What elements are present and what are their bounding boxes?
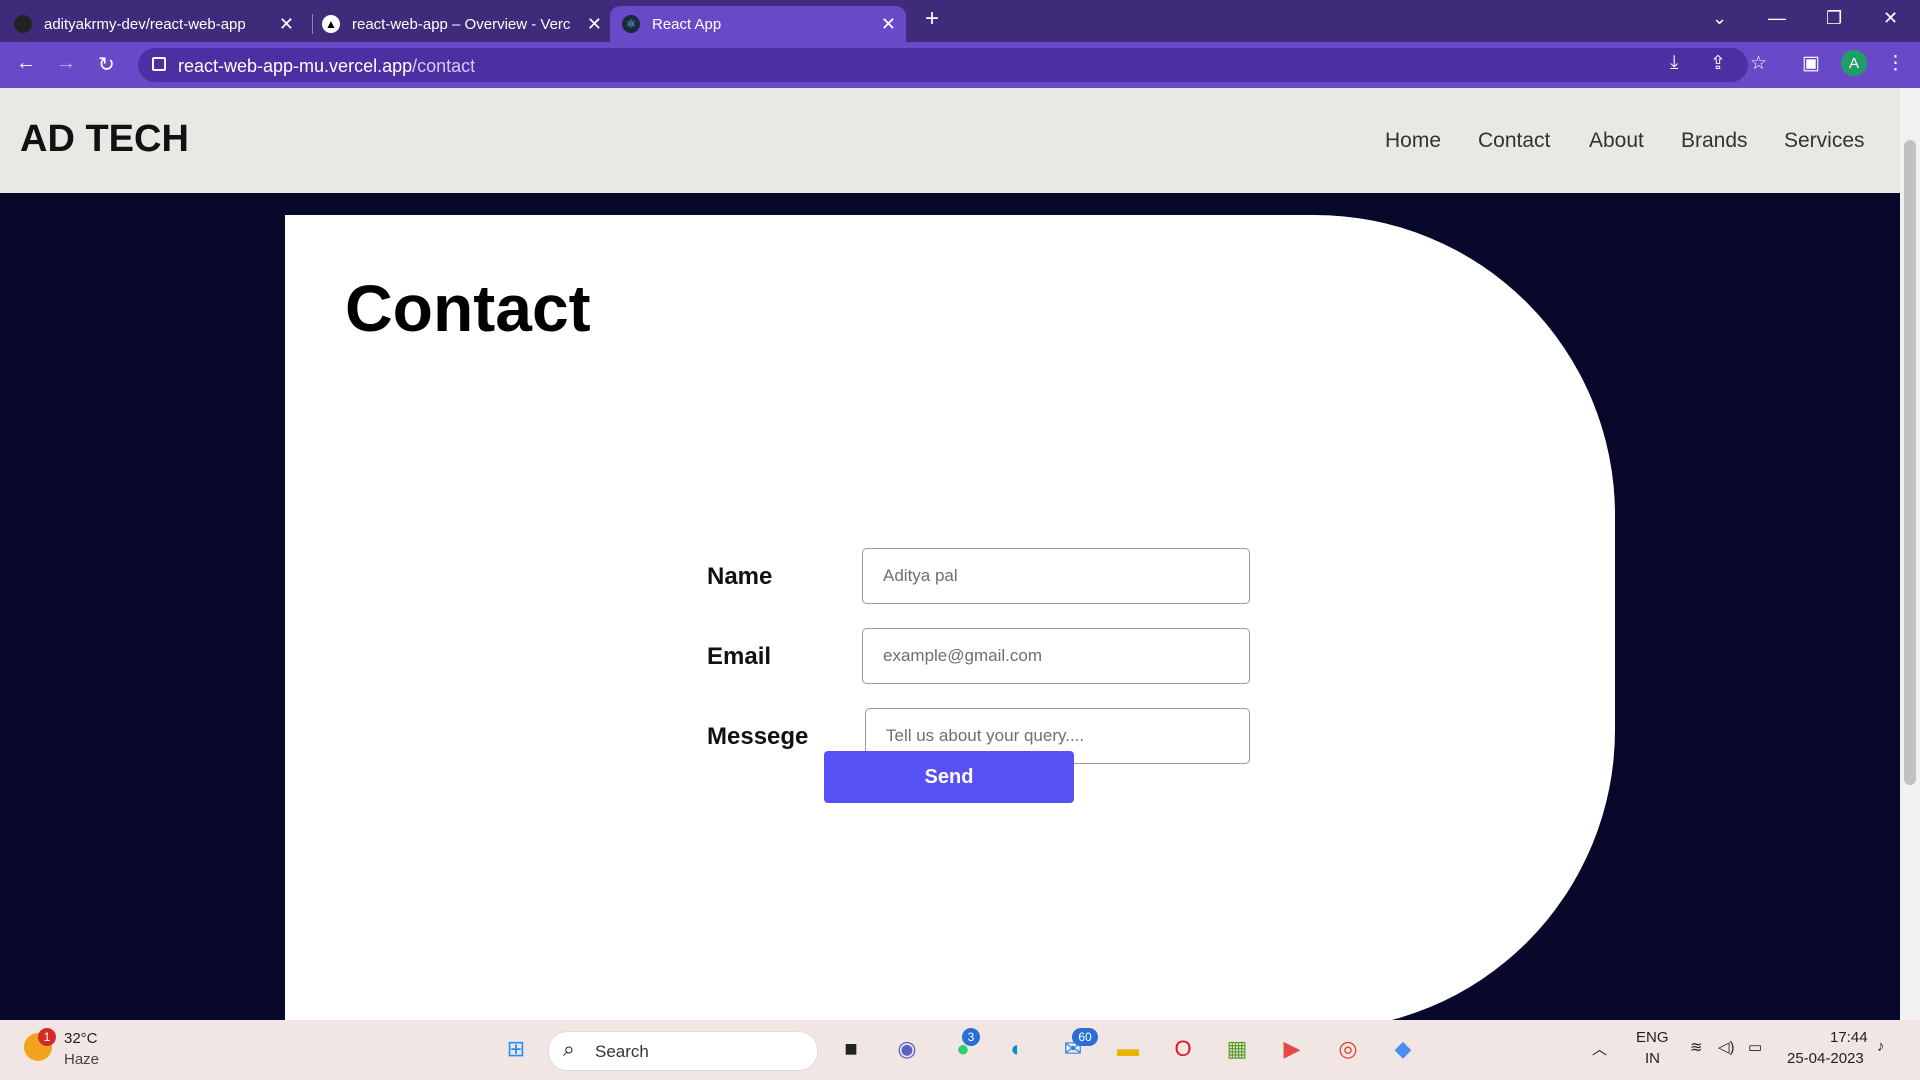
url-path: /contact — [412, 56, 476, 76]
weather-temperature[interactable]: 32°C — [64, 1030, 98, 1047]
profile-avatar[interactable]: A — [1841, 50, 1867, 76]
task-view-icon[interactable]: ■ — [836, 1034, 866, 1064]
site-header: AD TECH Home Contact About Brands Servic… — [0, 88, 1900, 193]
message-label: Messege — [707, 723, 809, 750]
wifi-icon[interactable]: ≋ — [1690, 1038, 1703, 1056]
close-icon[interactable]: ✕ — [587, 14, 602, 35]
opera-icon[interactable]: O — [1168, 1034, 1198, 1064]
star-icon[interactable]: ☆ — [1750, 52, 1767, 75]
photos-icon[interactable]: ▦ — [1222, 1034, 1252, 1064]
new-tab-button[interactable]: + — [925, 5, 939, 33]
edge-icon[interactable]: ◐ — [1002, 1034, 1032, 1064]
lock-icon — [152, 57, 166, 71]
clock-date[interactable]: 25-04-2023 — [1787, 1050, 1864, 1067]
weather-badge: 1 — [38, 1028, 56, 1046]
clock-time[interactable]: 17:44 — [1830, 1029, 1868, 1046]
url-text[interactable]: react-web-app-mu.vercel.app/contact — [178, 56, 475, 77]
minimize-icon[interactable]: — — [1768, 8, 1786, 29]
share-icon[interactable]: ⇪ — [1710, 52, 1726, 75]
close-icon[interactable]: ✕ — [881, 14, 896, 35]
page-scrollbar[interactable] — [1900, 88, 1920, 1020]
send-button[interactable]: Send — [824, 751, 1074, 803]
tab-title: react-web-app – Overview - Verc — [352, 15, 571, 33]
notification-icon[interactable]: ♪ — [1877, 1038, 1885, 1055]
back-icon[interactable]: ← — [16, 52, 36, 75]
contact-card: Contact Name Email Messege Send — [285, 215, 1615, 1020]
tab-search-icon[interactable]: ⌄ — [1712, 8, 1727, 29]
tab-react-app[interactable]: ⚛ React App ✕ — [610, 6, 906, 42]
camera-icon[interactable]: ▶ — [1277, 1034, 1307, 1064]
github-icon — [14, 15, 32, 33]
side-panel-icon[interactable]: ▣ — [1802, 52, 1820, 75]
name-input[interactable] — [862, 548, 1250, 604]
mail-badge: 60 — [1072, 1028, 1098, 1046]
nav-brands[interactable]: Brands — [1681, 129, 1748, 153]
file-explorer-icon[interactable]: ▬ — [1113, 1034, 1143, 1064]
tray-overflow-icon[interactable]: ︿ — [1592, 1038, 1607, 1059]
language-line2[interactable]: IN — [1645, 1050, 1660, 1067]
reload-icon[interactable]: ↻ — [98, 52, 115, 77]
nav-about[interactable]: About — [1589, 129, 1644, 153]
vercel-icon: ▲ — [322, 15, 340, 33]
weather-description[interactable]: Haze — [64, 1051, 99, 1068]
email-input[interactable] — [862, 628, 1250, 684]
tab-github[interactable]: adityakrmy-dev/react-web-app ✕ — [14, 6, 304, 42]
site-logo[interactable]: AD TECH — [20, 118, 189, 161]
close-window-icon[interactable]: ✕ — [1883, 8, 1898, 29]
nav-home[interactable]: Home — [1385, 129, 1441, 153]
forward-icon[interactable]: → — [56, 52, 76, 75]
taskbar: 1 32°C Haze ⊞ ⌕ Search ■ ◉ ● 3 ◐ ✉ 60 ▬ … — [0, 1020, 1920, 1080]
nav-contact[interactable]: Contact — [1478, 129, 1550, 153]
menu-icon[interactable]: ⋮ — [1886, 52, 1905, 75]
search-label: Search — [595, 1042, 649, 1061]
tab-divider — [312, 14, 313, 34]
battery-icon[interactable]: ▭ — [1748, 1038, 1762, 1056]
install-icon[interactable]: ⤓ — [1670, 52, 1678, 74]
tab-vercel[interactable]: ▲ react-web-app – Overview - Verc ✕ — [322, 6, 612, 42]
taskbar-search[interactable]: ⌕ Search — [548, 1031, 818, 1071]
scrollbar-thumb[interactable] — [1904, 140, 1916, 785]
app-icon[interactable]: ◆ — [1388, 1034, 1418, 1064]
react-icon: ⚛ — [622, 15, 640, 33]
restore-icon[interactable]: ❐ — [1826, 8, 1842, 29]
volume-icon[interactable]: ◁) — [1718, 1038, 1735, 1056]
nav-services[interactable]: Services — [1784, 129, 1865, 153]
email-label: Email — [707, 643, 772, 670]
web-page: AD TECH Home Contact About Brands Servic… — [0, 88, 1900, 1020]
close-icon[interactable]: ✕ — [279, 14, 294, 35]
url-host: react-web-app-mu.vercel.app — [178, 56, 413, 76]
tab-title: React App — [652, 15, 722, 33]
tab-title: adityakrmy-dev/react-web-app — [44, 15, 246, 33]
teams-icon[interactable]: ◉ — [892, 1034, 922, 1064]
search-icon: ⌕ — [563, 1038, 575, 1061]
browser-toolbar: ← → ↻ react-web-app-mu.vercel.app/contac… — [0, 42, 1920, 88]
browser-tab-strip: adityakrmy-dev/react-web-app ✕ ▲ react-w… — [0, 0, 1920, 42]
whatsapp-badge: 3 — [962, 1028, 980, 1046]
windows-start-icon[interactable]: ⊞ — [501, 1034, 531, 1064]
name-label: Name — [707, 563, 773, 590]
page-title: Contact — [345, 271, 591, 345]
language-line1[interactable]: ENG — [1636, 1029, 1669, 1046]
address-bar[interactable]: react-web-app-mu.vercel.app/contact — [138, 48, 1748, 82]
chrome-icon[interactable]: ◎ — [1333, 1034, 1363, 1064]
